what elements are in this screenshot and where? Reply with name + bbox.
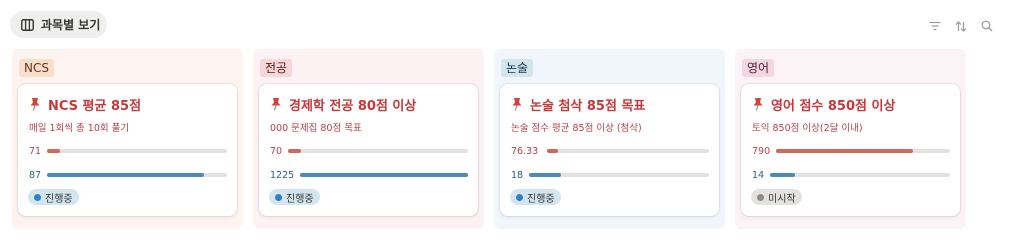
pin-icon: [752, 97, 764, 111]
status-dot: [757, 193, 764, 201]
status-badge: 진행중: [269, 189, 320, 205]
column-label[interactable]: 전공: [260, 59, 293, 77]
sort-icon[interactable]: [954, 19, 968, 33]
progress-track: [770, 173, 950, 177]
progress-track: [529, 173, 709, 177]
card-title: 논술 첨삭 85점 목표: [530, 98, 646, 114]
column-label[interactable]: 논술: [501, 59, 534, 77]
status-dot: [275, 193, 282, 201]
progress-track: [300, 173, 468, 177]
goal-card[interactable]: 경제학 전공 80점 이상 000 문제집 80점 목표 70 1225 진행중: [259, 84, 478, 216]
board: NCS NCS 평균 85점 매일 1회씩 총 10회 풀기 71 87 진행중…: [12, 49, 966, 229]
card-title: 영어 점수 850점 이상: [771, 98, 896, 114]
view-tab-by-subject[interactable]: 과목별 보기: [10, 11, 107, 38]
status-dot: [34, 193, 41, 201]
goal-card[interactable]: 논술 첨삭 85점 목표 논술 점수 평균 85점 이상 (첨삭) 76.33 …: [500, 84, 719, 216]
status-badge: 진행중: [28, 189, 79, 205]
progress-track: [47, 173, 227, 177]
pin-icon: [29, 97, 41, 111]
column-label[interactable]: 영어: [742, 59, 775, 77]
pin-icon: [270, 97, 282, 111]
progress-metric: 18: [511, 170, 709, 181]
column-label[interactable]: NCS: [19, 59, 54, 77]
card-description: 000 문제집 80점 목표: [270, 123, 362, 134]
card-title-row: 영어 점수 850점 이상: [752, 96, 950, 114]
progress-metric: 71: [29, 146, 227, 157]
progress-track: [288, 149, 468, 153]
card-description: 토익 850점 이상(2달 이내): [752, 123, 863, 134]
progress-track: [776, 149, 950, 153]
status-label: 진행중: [286, 193, 314, 205]
card-title: NCS 평균 85점: [48, 98, 142, 114]
progress-metric: 87: [29, 170, 227, 181]
board-column: 영어 영어 점수 850점 이상 토익 850점 이상(2달 이내) 790 1…: [735, 49, 966, 229]
card-description: 논술 점수 평균 85점 이상 (첨삭): [511, 123, 642, 134]
progress-metric: 70: [270, 146, 468, 157]
filter-icon[interactable]: [928, 19, 942, 33]
board-view-icon: [21, 18, 34, 31]
progress-metric: 1225: [270, 170, 468, 181]
card-title-row: 논술 첨삭 85점 목표: [511, 96, 709, 114]
progress-fill: [300, 173, 468, 177]
view-tab-label: 과목별 보기: [41, 18, 101, 32]
card-title-row: NCS 평균 85점: [29, 96, 227, 114]
toolbar: [928, 19, 994, 33]
board-column: 논술 논술 첨삭 85점 목표 논술 점수 평균 85점 이상 (첨삭) 76.…: [494, 49, 725, 229]
pin-icon: [511, 97, 523, 111]
progress-fill: [776, 149, 914, 153]
status-label: 미시작: [768, 193, 796, 205]
search-icon[interactable]: [980, 19, 994, 33]
progress-metric: 14: [752, 170, 950, 181]
card-description: 매일 1회씩 총 10회 풀기: [29, 123, 130, 134]
progress-track: [47, 149, 227, 153]
progress-fill: [529, 173, 562, 177]
progress-fill: [47, 173, 204, 177]
status-label: 진행중: [527, 193, 555, 205]
progress-track: [547, 149, 709, 153]
progress-metric: 76.33: [511, 146, 709, 157]
board-column: 전공 경제학 전공 80점 이상 000 문제집 80점 목표 70 1225: [253, 49, 484, 229]
progress-fill: [770, 173, 796, 177]
goal-card[interactable]: NCS 평균 85점 매일 1회씩 총 10회 풀기 71 87 진행중: [18, 84, 237, 216]
progress-metric: 790: [752, 146, 950, 157]
status-badge: 미시작: [751, 189, 802, 205]
status-badge: 진행중: [510, 189, 561, 205]
progress-fill: [47, 149, 60, 153]
progress-fill: [547, 149, 559, 153]
status-label: 진행중: [45, 193, 73, 205]
card-title-row: 경제학 전공 80점 이상: [270, 96, 468, 114]
board-column: NCS NCS 평균 85점 매일 1회씩 총 10회 풀기 71 87 진행중: [12, 49, 243, 229]
goal-card[interactable]: 영어 점수 850점 이상 토익 850점 이상(2달 이내) 790 14 미…: [741, 84, 960, 216]
progress-fill: [288, 149, 301, 153]
card-title: 경제학 전공 80점 이상: [289, 98, 417, 114]
status-dot: [516, 193, 523, 201]
